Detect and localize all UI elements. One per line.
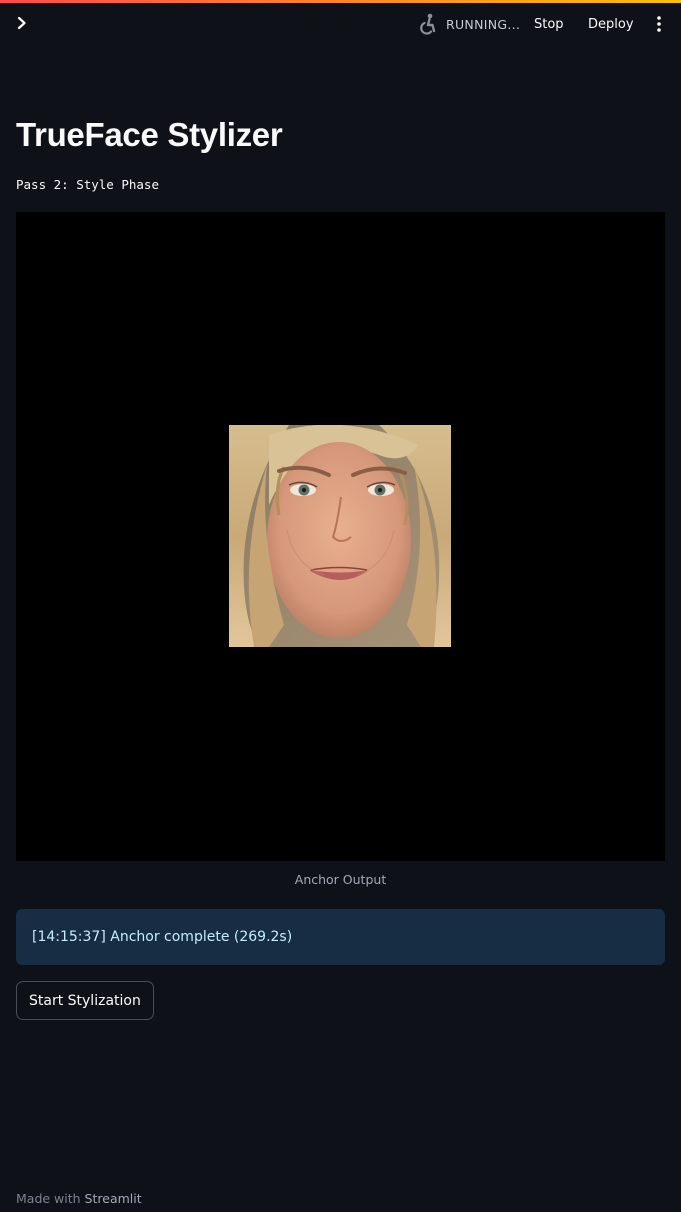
face-portrait-image	[229, 425, 451, 647]
run-status-widget: RUNNING...	[418, 12, 520, 36]
chevron-right-icon	[17, 16, 26, 30]
run-status-text: RUNNING...	[446, 16, 521, 32]
main-menu-button[interactable]	[648, 12, 670, 36]
footer-prefix: Made with	[16, 1191, 85, 1206]
streamlit-link[interactable]: Streamlit	[85, 1191, 142, 1206]
page-title: TrueFace Stylizer	[16, 116, 283, 153]
stop-button[interactable]: Stop	[526, 12, 572, 36]
footer: Made with Streamlit	[16, 1191, 142, 1206]
status-info-alert: [14:15:37] Anchor complete (269.2s)	[16, 909, 665, 965]
anchor-output-image	[16, 212, 665, 861]
expand-sidebar-button[interactable]	[12, 13, 32, 33]
start-stylization-button[interactable]: Start Stylization	[16, 981, 154, 1020]
deploy-button[interactable]: Deploy	[580, 12, 642, 36]
alert-text: [14:15:37] Anchor complete (269.2s)	[32, 929, 293, 945]
phase-label: Pass 2: Style Phase	[16, 177, 159, 192]
running-figure-icon	[418, 13, 438, 35]
app-header: RUNNING... Stop Deploy	[0, 3, 681, 45]
image-caption: Anchor Output	[294, 872, 387, 887]
kebab-menu-icon	[657, 16, 661, 32]
